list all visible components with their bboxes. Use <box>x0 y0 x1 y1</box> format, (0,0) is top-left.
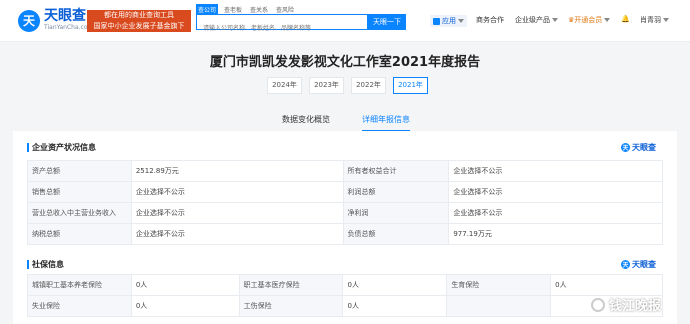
tab-detailed-report[interactable]: 详细年报信息 <box>362 114 410 125</box>
vip-menu[interactable]: ♛ 开通会员 <box>568 15 611 25</box>
table-cell-value: 企业选择不公示 <box>448 181 663 203</box>
table-cell-value: 企业选择不公示 <box>130 181 344 203</box>
search-box <box>196 14 368 36</box>
chevron-down-icon <box>552 18 558 22</box>
assets-table: 资产总额 2512.89万元 所有者权益合计 企业选择不公示 销售总额 企业选择… <box>27 160 663 245</box>
brand-logo-icon: 天 <box>621 260 630 269</box>
brand-label: 天眼查 <box>632 143 656 152</box>
slogan-banner: 都在用的商业查询工具 国家中小企业发展子基金旗下机构 <box>87 10 191 41</box>
business-cooperation-link[interactable]: 商务合作 <box>476 15 504 25</box>
social-table: 城镇职工基本养老保险 0人 职工基本医疗保险 0人 生育保险 0人 失业保险 0… <box>27 274 663 317</box>
top-navigation-bar: 天 天眼查 TianYanCha.com 都在用的商业查询工具 国家中小企业发展… <box>0 0 690 42</box>
tab-data-change-overview[interactable]: 数据变化概览 <box>282 114 330 125</box>
logo-mark-icon: 天 <box>18 9 40 32</box>
table-cell-label: 营业总收入中主营业务收入 <box>27 202 132 224</box>
year-tab-2022[interactable]: 2022年 <box>351 77 386 94</box>
apps-grid-icon <box>433 17 440 25</box>
table-cell-label: 工伤保险 <box>238 295 344 317</box>
table-cell-value: 企业选择不公示 <box>130 202 344 224</box>
table-cell-label: 资产总额 <box>27 160 132 182</box>
section-marker <box>27 143 29 152</box>
table-row: 销售总额 企业选择不公示 利润总额 企业选择不公示 <box>27 181 663 203</box>
tianyancha-logo[interactable]: 天 天眼查 TianYanCha.com <box>18 9 93 32</box>
section-marker <box>27 260 29 269</box>
search-input[interactable] <box>197 21 357 36</box>
social-section-label: 社保信息 <box>32 260 64 269</box>
watermark-label: 钱江晚报 <box>609 299 662 314</box>
weibo-icon <box>591 297 605 312</box>
enterprise-product-menu[interactable]: 企业级产品 <box>515 15 558 25</box>
table-cell-value: 0人 <box>342 295 448 317</box>
table-cell-value: 企业选择不公示 <box>130 223 344 245</box>
table-cell-label: 所有者权益合计 <box>342 160 450 182</box>
apps-label: 应用 <box>442 17 456 25</box>
chevron-down-icon <box>663 18 669 22</box>
newspaper-watermark: 钱江晚报 <box>591 295 661 314</box>
table-cell-label: 城镇职工基本养老保险 <box>27 274 132 296</box>
table-cell-value: 0人 <box>342 274 448 296</box>
table-cell-value: 977.19万元 <box>448 223 663 245</box>
table-cell-label: 纳税总额 <box>27 223 132 245</box>
year-tabs: 2024年 2023年 2022年 2021年 <box>267 77 428 94</box>
social-section-title: 社保信息 <box>27 259 64 270</box>
assets-section-title: 企业资产状况信息 <box>27 142 96 153</box>
assets-section-label: 企业资产状况信息 <box>32 143 96 152</box>
user-name: 肖青羽 <box>640 16 661 24</box>
table-cell-label: 利润总额 <box>342 181 450 203</box>
enterprise-product-label: 企业级产品 <box>515 16 550 24</box>
slogan-line-2: 国家中小企业发展子基金旗下机构 <box>93 22 185 41</box>
logo-url: TianYanCha.com <box>44 24 94 31</box>
table-row: 城镇职工基本养老保险 0人 职工基本医疗保险 0人 生育保险 0人 <box>27 274 663 296</box>
slogan-line-1: 都在用的商业查询工具 <box>104 11 174 19</box>
table-cell-value: 0人 <box>130 295 240 317</box>
brand-label: 天眼查 <box>632 260 656 269</box>
table-cell-value: 企业选择不公示 <box>448 202 663 224</box>
chevron-down-icon <box>604 18 611 22</box>
table-cell-label <box>446 295 552 317</box>
notification-bell-icon[interactable]: 🔔 <box>621 15 630 23</box>
table-cell-value: 2512.89万元 <box>130 160 344 182</box>
table-cell-label: 负债总额 <box>342 223 450 245</box>
table-row: 纳税总额 企业选择不公示 负债总额 977.19万元 <box>27 223 663 245</box>
brand-logo-icon: 天 <box>621 143 630 152</box>
table-row: 营业总收入中主营业务收入 企业选择不公示 净利润 企业选择不公示 <box>27 202 663 224</box>
year-tab-2021[interactable]: 2021年 <box>393 77 428 94</box>
vip-label: 开通会员 <box>574 16 603 24</box>
chevron-down-icon <box>458 19 464 23</box>
year-tab-2024[interactable]: 2024年 <box>267 77 302 94</box>
tianyancha-brand: 天 天眼查 <box>621 259 656 270</box>
user-menu[interactable]: 肖青羽 <box>640 15 669 25</box>
table-cell-label: 生育保险 <box>446 274 552 296</box>
report-content-card: 企业资产状况信息 天 天眼查 资产总额 2512.89万元 所有者权益合计 企业… <box>13 131 677 324</box>
table-cell-value: 0人 <box>550 274 663 296</box>
table-row: 资产总额 2512.89万元 所有者权益合计 企业选择不公示 <box>27 160 663 182</box>
search-button[interactable]: 天眼一下 <box>368 14 406 30</box>
table-cell-value: 0人 <box>130 274 240 296</box>
table-row: 失业保险 0人 工伤保险 0人 <box>27 295 663 317</box>
table-cell-label: 失业保险 <box>27 295 132 317</box>
table-cell-label: 销售总额 <box>27 181 132 203</box>
table-cell-label: 职工基本医疗保险 <box>238 274 344 296</box>
year-tab-2023[interactable]: 2023年 <box>309 77 344 94</box>
table-cell-value: 企业选择不公示 <box>448 160 663 182</box>
tianyancha-brand: 天 天眼查 <box>621 142 656 153</box>
apps-menu[interactable]: 应用 <box>430 15 467 27</box>
page-title: 厦门市凯凯发发影视文化工作室2021年度报告 <box>209 55 481 70</box>
table-cell-label: 净利润 <box>342 202 450 224</box>
logo-name: 天眼查 <box>44 8 86 24</box>
report-sub-tabs: 数据变化概览 详细年报信息 <box>0 114 690 132</box>
